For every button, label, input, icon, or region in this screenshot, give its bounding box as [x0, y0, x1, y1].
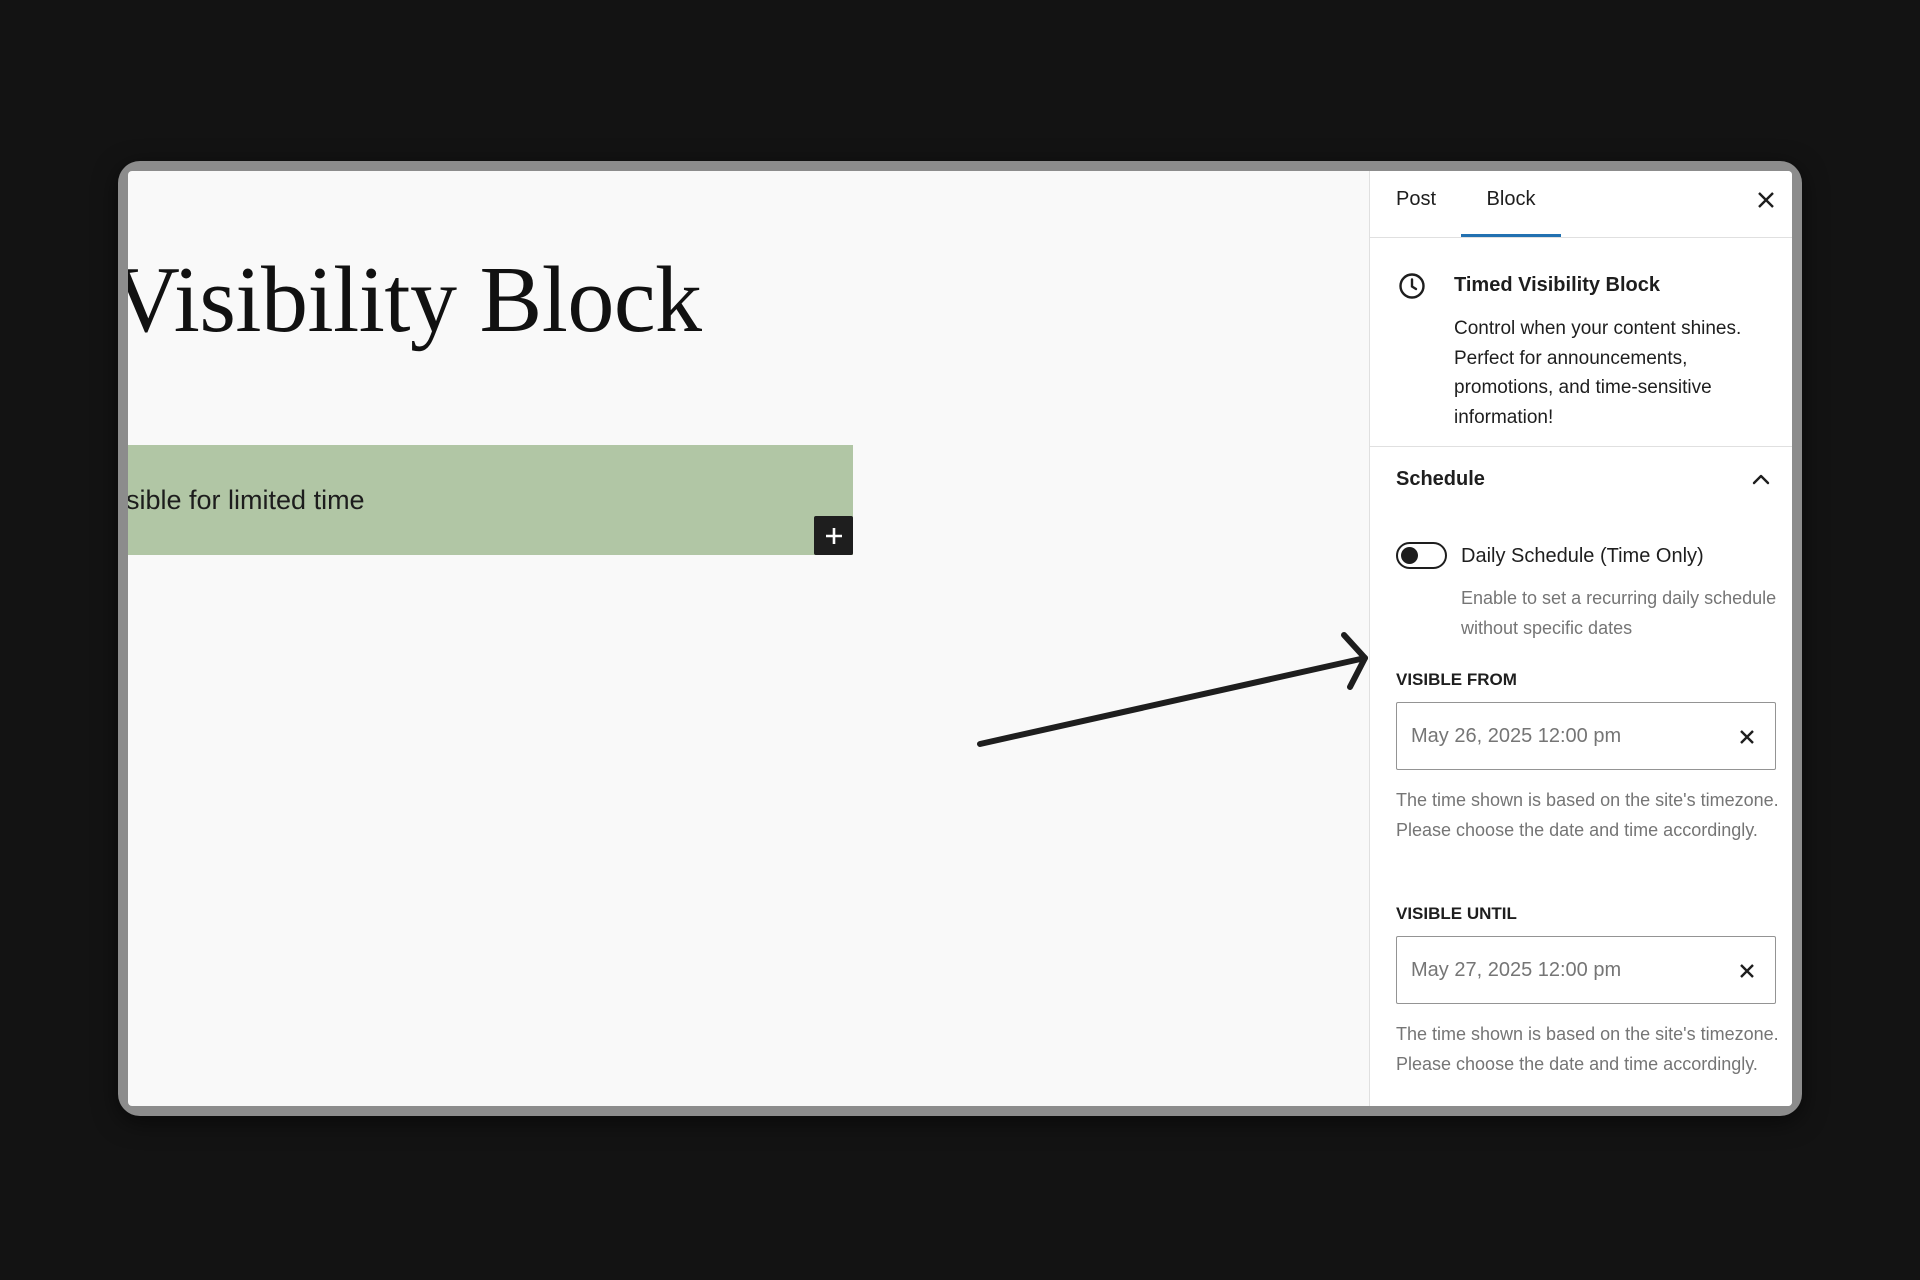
- device-frame: Visibility Block sible for limited time …: [118, 161, 1802, 1116]
- group-block[interactable]: sible for limited time: [128, 445, 853, 555]
- visible-until-label: VISIBLE UNTIL: [1396, 904, 1517, 923]
- sidebar-tabs: Post Block: [1370, 171, 1792, 238]
- schedule-panel-title: Schedule: [1396, 468, 1485, 490]
- visible-until-field[interactable]: May 27, 2025 12:00 pm: [1396, 936, 1776, 1004]
- visible-from-help: The time shown is based on the site's ti…: [1396, 790, 1779, 840]
- block-card-title: Timed Visibility Block: [1454, 274, 1660, 296]
- schedule-panel-toggle[interactable]: Schedule: [1370, 447, 1792, 511]
- tab-post[interactable]: Post: [1396, 171, 1438, 237]
- clear-visible-until-button[interactable]: [1733, 957, 1761, 985]
- group-block-text[interactable]: sible for limited time: [128, 485, 365, 516]
- visible-until-value[interactable]: May 27, 2025 12:00 pm: [1411, 959, 1621, 982]
- clock-icon: [1399, 273, 1425, 299]
- close-icon: [1740, 730, 1754, 744]
- block-inserter-button[interactable]: [814, 516, 853, 555]
- post-heading[interactable]: Visibility Block: [128, 253, 702, 347]
- chevron-up-icon[interactable]: [1748, 467, 1774, 493]
- close-icon: [1758, 192, 1774, 208]
- editor-screen: Visibility Block sible for limited time …: [128, 171, 1792, 1106]
- visible-from-label: VISIBLE FROM: [1396, 670, 1517, 689]
- close-icon: [1740, 964, 1754, 978]
- tab-block[interactable]: Block: [1461, 171, 1561, 237]
- daily-schedule-help: Enable to set a recurring daily schedule…: [1461, 588, 1777, 638]
- settings-sidebar: Post Block Timed Visibility Block Contro…: [1369, 171, 1792, 1106]
- plus-icon: [825, 527, 842, 544]
- visible-from-field[interactable]: May 26, 2025 12:00 pm: [1396, 702, 1776, 770]
- editor-canvas: Visibility Block sible for limited time: [128, 171, 1369, 1106]
- daily-schedule-toggle[interactable]: [1396, 542, 1447, 569]
- toggle-knob: [1401, 547, 1418, 564]
- visible-until-help: The time shown is based on the site's ti…: [1396, 1024, 1779, 1074]
- daily-schedule-label[interactable]: Daily Schedule (Time Only): [1461, 545, 1704, 568]
- close-sidebar-button[interactable]: [1752, 186, 1780, 214]
- visible-from-value[interactable]: May 26, 2025 12:00 pm: [1411, 725, 1621, 748]
- clear-visible-from-button[interactable]: [1733, 723, 1761, 751]
- block-card-description: Control when your content shines. Perfec…: [1454, 318, 1742, 428]
- block-card: Timed Visibility Block Control when your…: [1370, 237, 1792, 447]
